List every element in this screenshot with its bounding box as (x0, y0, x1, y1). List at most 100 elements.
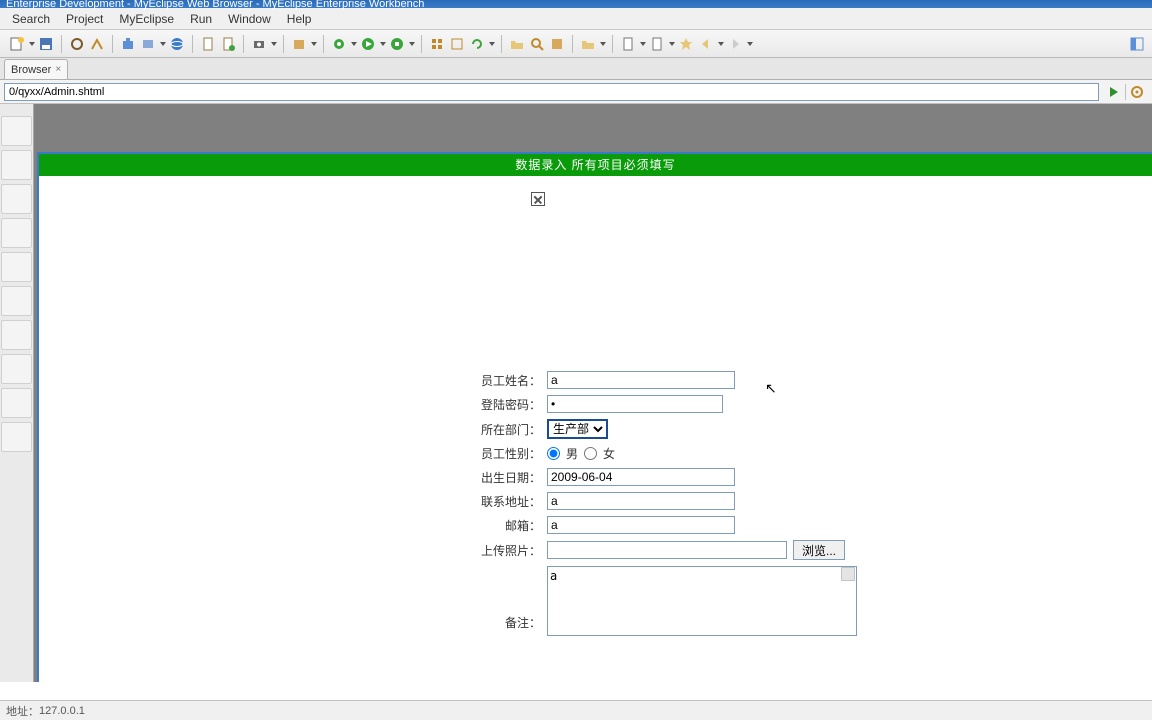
stub-item[interactable] (1, 286, 32, 316)
toolbar-sep (612, 35, 613, 53)
dropdown-caret[interactable] (640, 42, 646, 46)
doc-icon[interactable] (199, 35, 217, 53)
camera-icon[interactable] (250, 35, 268, 53)
close-icon[interactable]: × (55, 64, 61, 75)
dropdown-caret[interactable] (669, 42, 675, 46)
status-addr-value: 127.0.0.1 (39, 705, 85, 717)
label-photo: 上传照片： (467, 542, 547, 559)
dropdown-caret[interactable] (747, 42, 753, 46)
globe-icon[interactable] (168, 35, 186, 53)
toolbar-sep (283, 35, 284, 53)
label-dept: 所在部门： (467, 421, 547, 438)
doc-icon[interactable] (648, 35, 666, 53)
stub-item[interactable] (1, 116, 32, 146)
toolbar-sep (192, 35, 193, 53)
toolbar-sep (501, 35, 502, 53)
run-ext-icon[interactable] (388, 35, 406, 53)
photo-path-field[interactable] (547, 541, 787, 559)
scrollbar-stub[interactable] (841, 567, 855, 581)
main-toolbar (0, 30, 1152, 58)
menu-search[interactable]: Search (4, 10, 58, 28)
url-input[interactable] (4, 83, 1099, 101)
birth-field[interactable] (547, 468, 735, 486)
broken-image-icon (531, 192, 545, 206)
folder-icon[interactable] (508, 35, 526, 53)
book-icon[interactable] (548, 35, 566, 53)
dropdown-caret[interactable] (409, 42, 415, 46)
stub-item[interactable] (1, 422, 32, 452)
menu-window[interactable]: Window (220, 10, 279, 28)
run-icon[interactable] (359, 35, 377, 53)
left-panel (0, 104, 34, 682)
label-remark: 备注： (467, 614, 547, 631)
gear-icon[interactable] (1130, 85, 1144, 99)
dept-select[interactable]: 生产部 (547, 419, 608, 439)
stub-item[interactable] (1, 388, 32, 418)
refresh-icon[interactable] (468, 35, 486, 53)
debug-icon[interactable] (330, 35, 348, 53)
dropdown-caret[interactable] (600, 42, 606, 46)
dropdown-caret[interactable] (718, 42, 724, 46)
menu-myeclipse[interactable]: MyEclipse (111, 10, 182, 28)
dropdown-caret[interactable] (271, 42, 277, 46)
stub-item[interactable] (1, 320, 32, 350)
menu-help[interactable]: Help (279, 10, 320, 28)
label-gender: 员工性别： (467, 445, 547, 462)
toolbar-sep (61, 35, 62, 53)
stub-item[interactable] (1, 184, 32, 214)
label-birth: 出生日期： (467, 469, 547, 486)
editor-tab-bar: Browser × (0, 58, 1152, 80)
window-title: Enterprise Development - MyEclipse Web B… (0, 0, 424, 10)
label-email: 邮箱： (467, 517, 547, 534)
stub-item[interactable] (1, 252, 32, 282)
dropdown-caret[interactable] (489, 42, 495, 46)
dropdown-caret[interactable] (351, 42, 357, 46)
password-field[interactable] (547, 395, 723, 413)
search-icon[interactable] (528, 35, 546, 53)
address-field[interactable] (547, 492, 735, 510)
package-icon[interactable] (290, 35, 308, 53)
save-icon[interactable] (37, 35, 55, 53)
stub-item[interactable] (1, 354, 32, 384)
dropdown-caret[interactable] (160, 42, 166, 46)
email-field[interactable] (547, 516, 735, 534)
go-icon[interactable] (1107, 85, 1121, 99)
sep (1125, 84, 1126, 100)
name-field[interactable] (547, 371, 735, 389)
form-banner: 数据录入 所有项目必须填写 (39, 154, 1152, 176)
radio-male-label: 男 (566, 445, 578, 462)
remark-field[interactable] (547, 566, 857, 636)
radio-female[interactable] (584, 447, 597, 460)
stub-item[interactable] (1, 218, 32, 248)
tab-browser[interactable]: Browser × (4, 59, 68, 79)
doc-plus-icon[interactable] (219, 35, 237, 53)
status-bar: 地址： 127.0.0.1 (0, 700, 1152, 720)
tool-icon[interactable] (88, 35, 106, 53)
menu-run[interactable]: Run (182, 10, 220, 28)
browse-button[interactable]: 浏览... (793, 540, 845, 560)
forward-icon[interactable] (726, 35, 744, 53)
grid-icon[interactable] (428, 35, 446, 53)
dropdown-caret[interactable] (29, 42, 35, 46)
folder-icon[interactable] (579, 35, 597, 53)
menu-project[interactable]: Project (58, 10, 111, 28)
page-content: 员工姓名： 登陆密码： 所在部门： 生产部 员工性别： (39, 176, 1152, 682)
browser-address-bar (0, 80, 1152, 104)
doc-icon[interactable] (619, 35, 637, 53)
dropdown-caret[interactable] (380, 42, 386, 46)
star-icon[interactable] (677, 35, 695, 53)
deploy-icon[interactable] (119, 35, 137, 53)
radio-female-label: 女 (603, 445, 615, 462)
perspective-icon[interactable] (1128, 35, 1146, 53)
tab-label: Browser (11, 64, 51, 76)
stub-item[interactable] (1, 150, 32, 180)
label-name: 员工姓名： (467, 372, 547, 389)
new-icon[interactable] (8, 35, 26, 53)
remark-wrap (547, 566, 857, 639)
back-icon[interactable] (697, 35, 715, 53)
tool-icon[interactable] (68, 35, 86, 53)
radio-male[interactable] (547, 447, 560, 460)
grid2-icon[interactable] (448, 35, 466, 53)
server-icon[interactable] (139, 35, 157, 53)
dropdown-caret[interactable] (311, 42, 317, 46)
